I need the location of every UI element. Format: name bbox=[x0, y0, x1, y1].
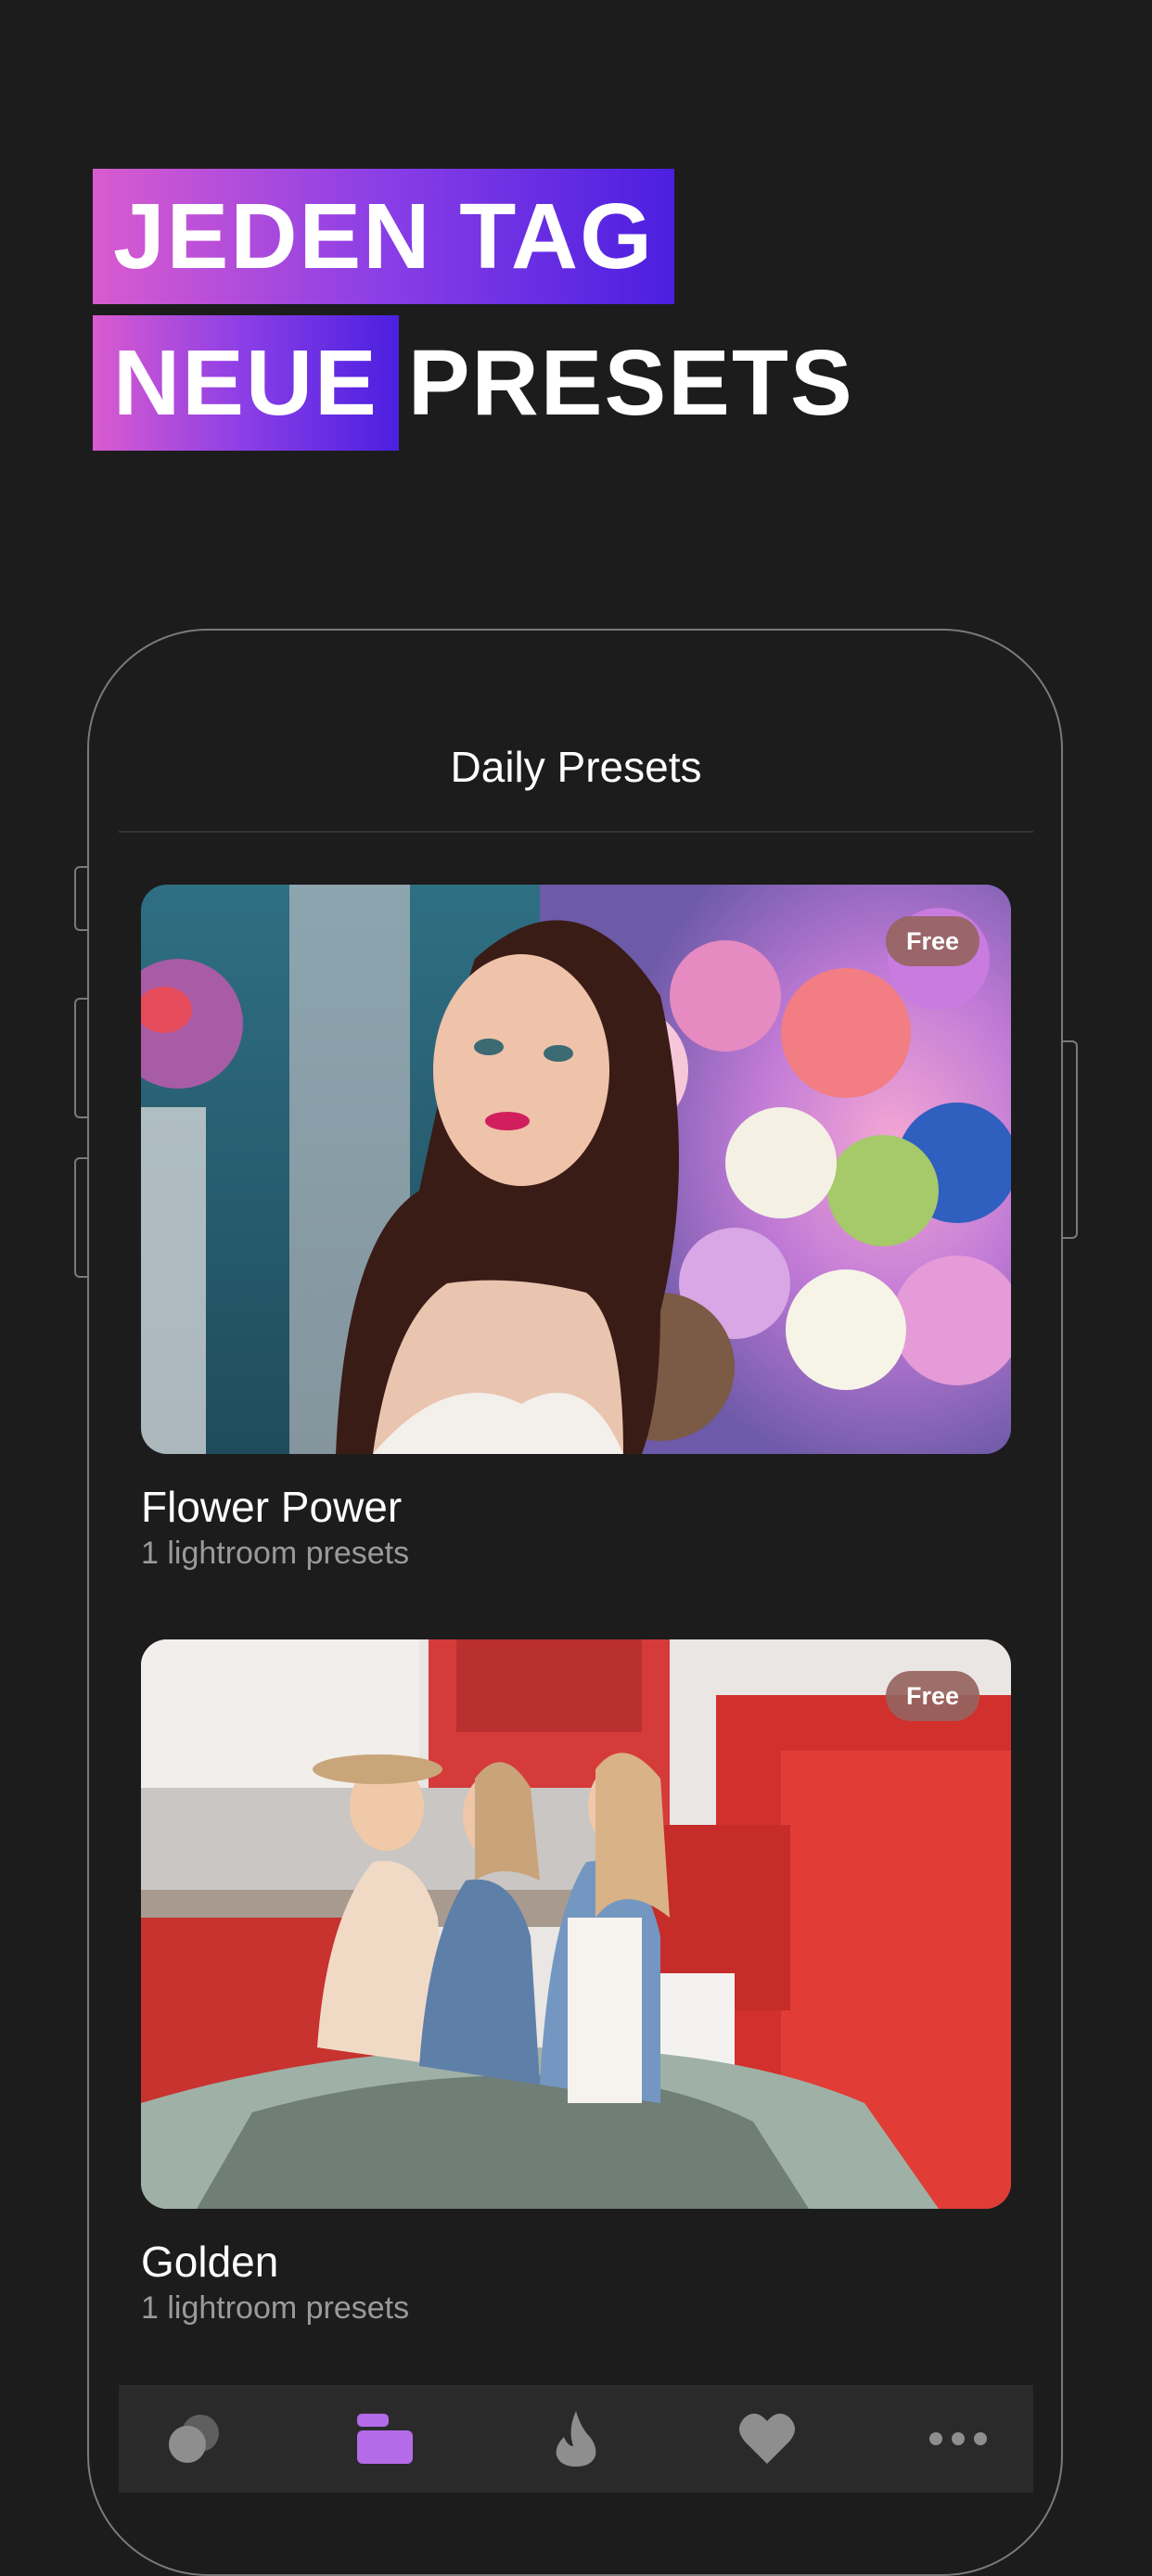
headline-line-2: NEUE PRESETS bbox=[93, 315, 854, 451]
tab-favorites[interactable] bbox=[725, 2397, 809, 2480]
preset-card-image-flower-power[interactable]: Free bbox=[141, 885, 1011, 1454]
phone-volume-up-button bbox=[74, 998, 89, 1118]
headline-neue: NEUE bbox=[93, 315, 399, 451]
headline-presets: PRESETS bbox=[407, 331, 854, 435]
tab-presets[interactable] bbox=[343, 2397, 427, 2480]
flame-icon bbox=[556, 2411, 596, 2467]
phone-power-button bbox=[1061, 1040, 1078, 1239]
preset-title-golden[interactable]: Golden bbox=[141, 2237, 278, 2287]
headline-line-1: JEDEN TAG bbox=[93, 169, 674, 304]
tab-trending[interactable] bbox=[534, 2397, 618, 2480]
preset-count-flower-power: 1 lightroom presets bbox=[141, 1536, 410, 1571]
header-divider bbox=[119, 831, 1033, 833]
screen-title: Daily Presets bbox=[450, 743, 702, 791]
tab-filters[interactable] bbox=[152, 2397, 236, 2480]
moulin-rouge-group-image bbox=[141, 1639, 1011, 2209]
free-badge: Free bbox=[885, 916, 979, 966]
phone-volume-down-button bbox=[74, 1157, 89, 1278]
tab-more[interactable] bbox=[916, 2397, 1000, 2480]
more-icon bbox=[929, 2432, 987, 2445]
preset-title-flower-power[interactable]: Flower Power bbox=[141, 1482, 402, 1532]
presets-folder-icon bbox=[357, 2414, 413, 2464]
tab-bar bbox=[119, 2385, 1033, 2493]
phone-silent-switch bbox=[74, 866, 89, 931]
filters-icon bbox=[169, 2415, 219, 2463]
preset-card-image-golden[interactable]: Free bbox=[141, 1639, 1011, 2209]
heart-icon bbox=[739, 2413, 795, 2464]
free-badge: Free bbox=[885, 1671, 979, 1721]
headline-jeden-tag: JEDEN TAG bbox=[93, 169, 674, 304]
preset-count-golden: 1 lightroom presets bbox=[141, 2290, 410, 2326]
flower-portrait-image bbox=[141, 885, 1011, 1454]
